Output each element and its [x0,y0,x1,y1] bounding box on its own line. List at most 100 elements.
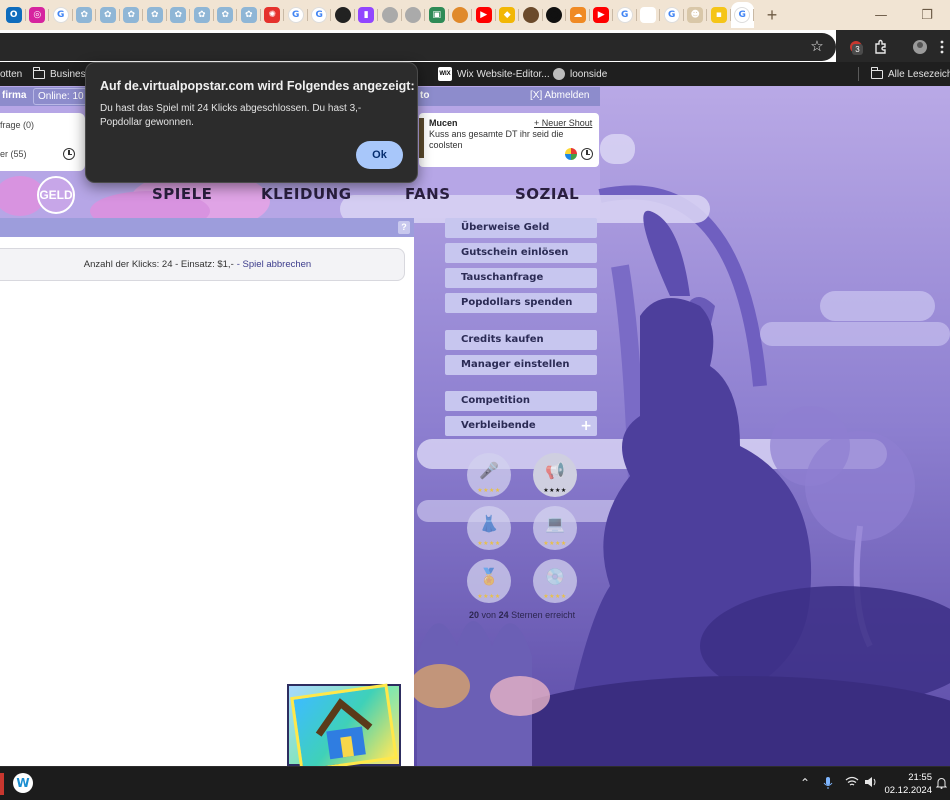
bookmark-label: otten [0,68,23,80]
browser-tab[interactable]: G [730,2,754,28]
browser-tab[interactable]: ● [402,2,426,28]
google-icon: G [616,7,633,23]
popstar-icon: ✿ [99,7,116,23]
browser-tab[interactable]: ☁ [566,2,590,28]
messages-link[interactable]: er (55) [0,149,27,159]
tab-strip: O ◎ G ✿ ✿ ✿ ✿ ✿ ✿ ✿ ✿ ✺ G G ● ▮ ● ● ▣ ● ▶ ◆ ● ● ☁ ▶ G ▤ G ☻ ▪ G + [0,0,950,30]
nav-kleidung[interactable]: KLEIDUNG [261,185,352,203]
browser-tab[interactable]: ● [378,2,402,28]
browser-tab[interactable]: ✿ [167,2,191,28]
address-bar[interactable] [0,33,836,61]
browser-tab[interactable]: ▤ [637,2,661,28]
browser-tab[interactable]: ✿ [96,2,120,28]
microphone-icon[interactable] [823,776,833,793]
nav-fans[interactable]: FANS [405,185,451,203]
ok-button[interactable]: Ok [356,141,403,169]
browser-tab[interactable]: ◎ [26,2,50,28]
browser-tab[interactable]: ✿ [214,2,238,28]
expand-plus-icon[interactable]: + [580,416,592,436]
browser-tab[interactable]: ✿ [73,2,97,28]
taskbar-date[interactable]: 02.12.2024 [882,785,932,796]
notification-bell-icon[interactable] [935,777,948,792]
laptop-badge[interactable]: 💻 ★★★★ [533,506,577,550]
bookmark-business[interactable]: Business [32,62,91,86]
volume-icon[interactable] [864,776,878,791]
browser-tab[interactable]: ● [543,2,567,28]
new-shout-link[interactable]: + Neuer Shout [534,118,592,128]
browser-tab[interactable]: G [49,2,73,28]
instagram-icon: ◎ [29,7,46,23]
puzzle-extensions-icon[interactable] [870,36,892,58]
new-tab-button[interactable]: + [760,3,784,27]
browser-tab[interactable]: ▣ [425,2,449,28]
taskbar: W ⌃ 21:55 02.12.2024 [0,766,950,800]
taskbar-app-indicator[interactable] [0,773,4,795]
browser-tab[interactable]: O [2,2,26,28]
nav-geld[interactable]: GELD [37,176,75,214]
browser-tab[interactable]: ▪ [707,2,731,28]
browser-tab[interactable]: ▶ [590,2,614,28]
browser-tab[interactable]: ✿ [120,2,144,28]
menu-item-überweise-geld[interactable]: Überweise Geld [445,218,597,238]
taskbar-app-icon[interactable]: W [13,773,33,793]
disc-badge[interactable]: 💿 ★★★★ [533,559,577,603]
menu-item-gutschein-einlösen[interactable]: Gutschein einlösen [445,243,597,263]
menu-item-verbleibende[interactable]: Verbleibende + [445,416,597,436]
stars-summary: 20 von 24 Sternen erreicht [469,610,575,620]
browser-tab[interactable]: ✿ [237,2,261,28]
browser-tab[interactable]: ✿ [190,2,214,28]
browser-tab[interactable]: ◆ [496,2,520,28]
browser-tab[interactable]: ● [519,2,543,28]
browser-tab[interactable]: ✺ [261,2,285,28]
wifi-icon[interactable] [845,776,859,791]
black-circle-icon: ● [546,7,563,23]
browser-tab[interactable]: ☻ [684,2,708,28]
bookmark-wix-editor[interactable]: WIX Wix Website-Editor... [438,62,550,86]
infobar-firma: firma [2,90,27,101]
browser-tab[interactable]: G [284,2,308,28]
browser-tab[interactable]: G [613,2,637,28]
trade-requests-link[interactable]: frage (0) [0,120,34,130]
browser-tab[interactable]: ● [331,2,355,28]
bookmark-loonside[interactable]: loonside [553,62,607,86]
menu-item-popdollars-spenden[interactable]: Popdollars spenden [445,293,597,313]
shout-author[interactable]: Mucen [429,118,458,128]
nav-sozial[interactable]: SOZIAL [515,185,579,203]
browser-menu-icon[interactable] [931,36,950,58]
menu-item-competition-managment[interactable]: Competition managment [445,391,597,426]
browser-tab[interactable]: G [308,2,332,28]
browser-tab[interactable]: G [660,2,684,28]
folder-icon [870,66,883,79]
bookmark-star-icon[interactable]: ☆ [806,36,828,58]
bookmark-otten[interactable]: otten [0,62,22,86]
menu-item-manager-einstellen[interactable]: Manager einstellen [445,355,597,375]
cancel-game-link[interactable]: - Spiel abbrechen [237,259,311,270]
color-wheel-icon[interactable] [565,148,577,160]
medal-badge[interactable]: 🏅 ★★★★ [467,559,511,603]
microphone-badge[interactable]: 🎤 ★★★★ [467,453,511,497]
minimize-button[interactable]: — [858,0,904,30]
profile-avatar-icon[interactable] [909,36,931,58]
nav-spiele[interactable]: SPIELE [152,185,212,203]
browser-tab[interactable]: ● [449,2,473,28]
browser-tab[interactable]: ▮ [355,2,379,28]
google-icon: G [311,7,328,23]
browser-tab[interactable]: ✿ [143,2,167,28]
bookmark-all-bookmarks[interactable]: Alle Lesezeichen [870,62,950,86]
menu-item-tauschanfrage[interactable]: Tauschanfrage [445,268,597,288]
game-content-panel: ? Anzahl der Klicks: 24 - Einsatz: $1,- … [0,218,414,766]
shout-box: Mucen + Neuer Shout Kuss ans gesamte DT … [419,113,599,167]
tray-overflow-chevron-icon[interactable]: ⌃ [800,776,810,790]
logout-link[interactable]: [X] Abmelden [530,90,589,101]
restore-button[interactable]: ❐ [904,0,950,30]
badge-stars: ★★★★ [543,541,567,547]
help-button[interactable]: ? [398,221,410,234]
menu-item-credits-kaufen[interactable]: Credits kaufen [445,330,597,350]
page-viewport: firma Online: 10 to [X] Abmelden frage (… [0,86,950,766]
popstar-icon: ✿ [217,7,234,23]
taskbar-time[interactable]: 21:55 [888,772,932,783]
megaphone-badge[interactable]: 📢 ★★★★ [533,453,577,497]
dress-badge[interactable]: 👗 ★★★★ [467,506,511,550]
browser-tab[interactable]: ▶ [472,2,496,28]
google-icon: G [287,7,304,23]
